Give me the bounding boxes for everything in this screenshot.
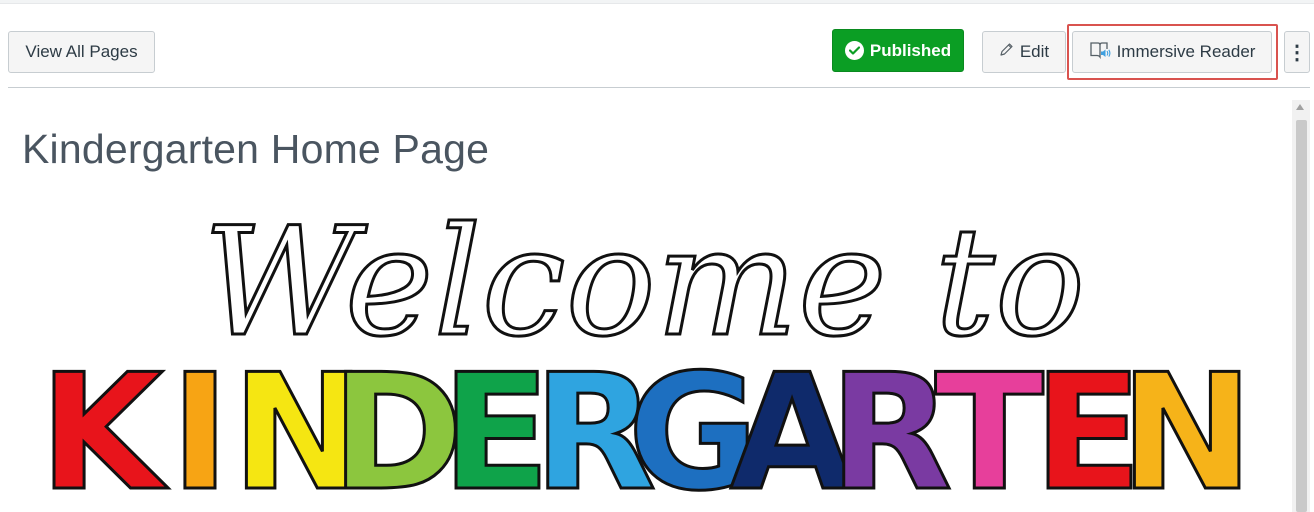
banner-letter: K xyxy=(39,339,168,512)
immersive-reader-icon xyxy=(1089,41,1111,64)
published-button[interactable]: Published xyxy=(832,29,964,72)
published-label: Published xyxy=(869,40,952,60)
kebab-icon: ⋮ xyxy=(1287,41,1307,64)
pencil-icon xyxy=(999,42,1014,62)
welcome-banner-image: Welcome to KINDERGARTEN xyxy=(22,196,1266,512)
scrollbar-thumb[interactable] xyxy=(1296,120,1307,512)
edit-label: Edit xyxy=(1019,42,1050,61)
toolbar-divider xyxy=(8,87,1310,88)
kindergarten-letters: K I NDERGARTEN xyxy=(38,338,1255,512)
page-toolbar: View All Pages Published Edit Immersive … xyxy=(0,0,1314,88)
check-circle-icon xyxy=(844,41,864,60)
page-title: Kindergarten Home Page xyxy=(22,126,490,172)
welcome-banner-graphic: Welcome to K I NDERGARTEN xyxy=(38,196,1255,512)
more-options-button[interactable]: ⋮ xyxy=(1284,31,1310,73)
view-all-pages-label: View All Pages xyxy=(25,42,138,61)
immersive-reader-label: Immersive Reader xyxy=(1116,42,1256,61)
edit-button[interactable]: Edit xyxy=(982,31,1066,73)
view-all-pages-button[interactable]: View All Pages xyxy=(8,31,155,73)
banner-letter: T xyxy=(935,339,1044,512)
banner-letter: N xyxy=(1120,339,1254,512)
immersive-reader-button[interactable]: Immersive Reader xyxy=(1072,31,1272,73)
scroll-up-arrow-icon[interactable] xyxy=(1296,104,1304,110)
banner-letter: I xyxy=(170,339,230,512)
